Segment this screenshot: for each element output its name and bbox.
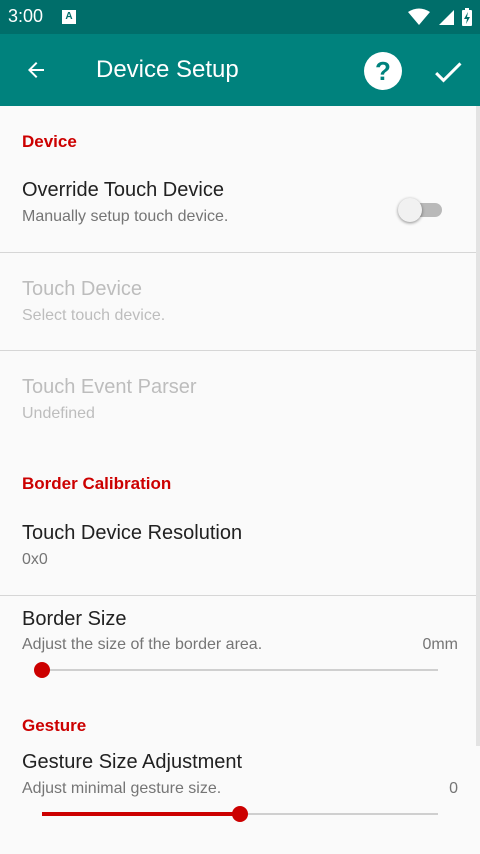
pref-title: Touch Device Resolution xyxy=(22,522,243,544)
wifi-icon xyxy=(408,8,430,25)
divider xyxy=(0,595,476,596)
pref-title: Touch Device xyxy=(22,278,143,300)
pref-title: Touch Event Parser xyxy=(22,376,197,398)
divider xyxy=(0,252,476,253)
pref-title: Border Size xyxy=(22,608,127,630)
divider xyxy=(0,350,476,351)
help-button[interactable]: ? xyxy=(364,52,402,90)
pref-summary: Undefined xyxy=(22,405,95,422)
status-icons xyxy=(408,6,472,28)
border-size-slider[interactable] xyxy=(34,660,438,680)
back-button[interactable] xyxy=(16,50,56,90)
section-header-gesture: Gesture xyxy=(22,716,87,735)
pref-summary: Manually setup touch device. xyxy=(22,208,229,225)
border-size-value: 0mm xyxy=(422,636,458,653)
gesture-size-value: 0 xyxy=(449,780,458,797)
pref-title: Gesture Size Adjustment xyxy=(22,751,243,773)
settings-list[interactable]: Device Override Touch Device Manually se… xyxy=(0,106,480,854)
confirm-button[interactable] xyxy=(428,52,468,92)
signal-icon xyxy=(439,10,454,25)
slider-thumb[interactable] xyxy=(232,806,248,822)
arrow-back-icon xyxy=(28,62,44,78)
pref-title: Override Touch Device xyxy=(22,179,224,201)
override-switch[interactable] xyxy=(398,194,446,224)
check-icon xyxy=(435,62,462,83)
page-title: Device Setup xyxy=(96,56,239,83)
slider-fill xyxy=(42,812,240,816)
pref-summary: Adjust the size of the border area. xyxy=(22,636,263,653)
slider-track xyxy=(42,669,438,671)
pref-summary: 0x0 xyxy=(22,551,48,568)
section-header-device: Device xyxy=(22,132,77,151)
slider-thumb[interactable] xyxy=(34,662,50,678)
scrollbar[interactable] xyxy=(476,106,480,746)
app-bar: Device Setup ? xyxy=(0,34,480,106)
notification-icon: A xyxy=(62,10,76,24)
status-time: 3:00 xyxy=(8,6,44,26)
gesture-size-slider[interactable] xyxy=(42,804,438,824)
status-bar: 3:00 A xyxy=(0,0,480,34)
section-header-border: Border Calibration xyxy=(22,474,172,493)
battery-icon xyxy=(462,8,472,26)
switch-thumb xyxy=(398,198,422,222)
pref-summary: Select touch device. xyxy=(22,307,166,324)
pref-summary: Adjust minimal gesture size. xyxy=(22,780,222,797)
